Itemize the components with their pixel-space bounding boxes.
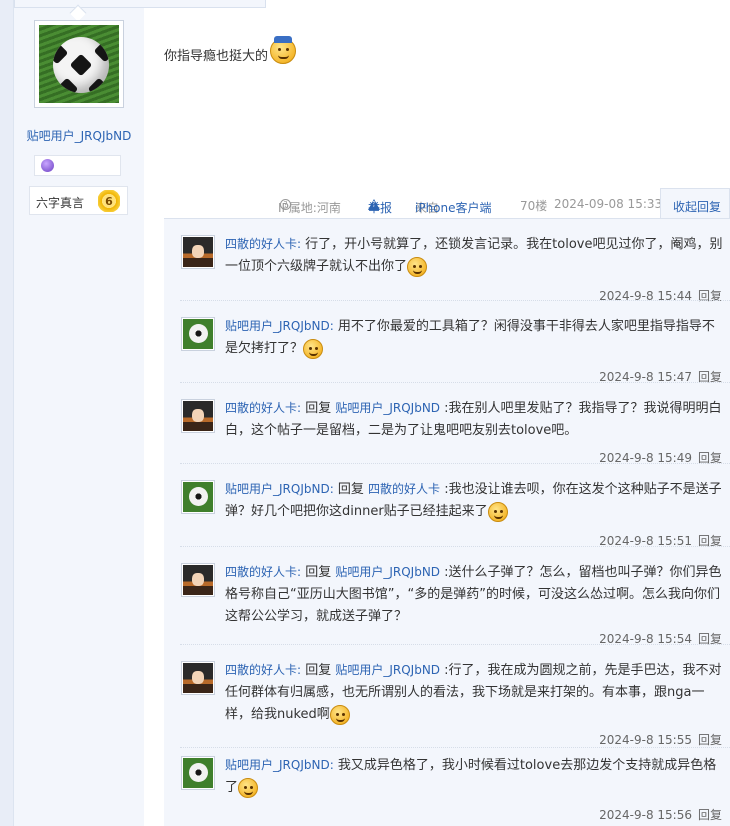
reply-username[interactable]: 贴吧用户_JRQJbND:: [225, 319, 334, 333]
post-meta: IP属地:河南? 举报 来自iPhone客户端 70楼 2024-09-08 1…: [0, 195, 730, 215]
reply-avatar[interactable]: [181, 756, 215, 790]
previous-post-tab: [14, 0, 266, 8]
soccer-ball-image: [39, 25, 119, 103]
reply-avatar[interactable]: [181, 235, 215, 269]
reply-username[interactable]: 四散的好人卡:: [225, 237, 301, 251]
reply-body: 贴吧用户_JRQJbND: 回复 四散的好人卡 :我也没让谁去呗，你在这发个这种…: [225, 478, 723, 523]
reply-avatar[interactable]: [181, 563, 215, 597]
reply-item: 四散的好人卡: 行了，开小号就算了，还锁发言记录。我在tolove吧见过你了，阉…: [164, 219, 730, 303]
reply-username[interactable]: 贴吧用户_JRQJbND:: [225, 482, 334, 496]
reply-item: 四散的好人卡: 回复 贴吧用户_JRQJbND :送什么子弹了？怎么，留档也叫子…: [164, 547, 730, 646]
author-avatar[interactable]: [34, 20, 124, 108]
reply-avatar[interactable]: [181, 661, 215, 695]
sweat-emoji-icon: [270, 36, 297, 64]
reply-footer: 2024-9-8 15:55 回复: [599, 731, 722, 748]
reply-body: 四散的好人卡: 回复 贴吧用户_JRQJbND :行了，我在成为圆规之前，先是手…: [225, 659, 723, 726]
client-link[interactable]: iPhone客户端: [415, 199, 492, 216]
reply-body: 四散的好人卡: 行了，开小号就算了，还锁发言记录。我在tolove吧见过你了，阉…: [225, 233, 723, 278]
floor-number: 70楼: [520, 199, 548, 213]
reply-button[interactable]: 回复: [698, 733, 722, 747]
gem-icon: [41, 159, 54, 172]
reply-footer: 2024-9-8 15:56 回复: [599, 806, 722, 823]
shock-emoji-icon: [238, 777, 259, 798]
collapse-replies-button[interactable]: 收起回复: [660, 188, 730, 219]
reply-avatar[interactable]: [181, 399, 215, 433]
reply-time: 2024-9-8 15:56: [599, 808, 692, 822]
reply-body: 四散的好人卡: 回复 贴吧用户_JRQJbND :我在别人吧里发贴了？我指导了？…: [225, 401, 722, 438]
left-edge-bar: [0, 0, 14, 826]
reply-body: 四散的好人卡: 回复 贴吧用户_JRQJbND :送什么子弹了？怎么，留档也叫子…: [225, 565, 722, 624]
reply-username[interactable]: 贴吧用户_JRQJbND:: [225, 758, 334, 772]
laugh-emoji-icon: [303, 338, 324, 359]
reply-avatar[interactable]: [181, 480, 215, 514]
reply-item: 贴吧用户_JRQJbND: 我又成异色格了，我小时候看过tolove去那边发个支…: [164, 748, 730, 826]
member-badge[interactable]: [34, 155, 121, 176]
reply-item: 四散的好人卡: 回复 贴吧用户_JRQJbND :行了，我在成为圆规之前，先是手…: [164, 645, 730, 748]
reply-to-user[interactable]: 贴吧用户_JRQJbND: [335, 401, 440, 415]
reply-username[interactable]: 四散的好人卡:: [225, 663, 301, 677]
reply-to-user[interactable]: 贴吧用户_JRQJbND: [335, 565, 440, 579]
post-content: 你指导瘾也挺大的: [164, 36, 297, 64]
help-icon[interactable]: ?: [280, 199, 291, 210]
reply-body: 贴吧用户_JRQJbND: 我又成异色格了，我小时候看过tolove去那边发个支…: [225, 754, 723, 799]
reply-item: 贴吧用户_JRQJbND: 回复 四散的好人卡 :我也没让谁去呗，你在这发个这种…: [164, 464, 730, 548]
reply-button[interactable]: 回复: [698, 808, 722, 822]
reply-panel: 四散的好人卡: 行了，开小号就算了，还锁发言记录。我在tolove吧见过你了，阉…: [164, 218, 730, 826]
angry-emoji-icon: [487, 501, 508, 522]
sweat-smile-emoji-icon: [407, 256, 428, 277]
reply-to-user[interactable]: 四散的好人卡: [368, 482, 440, 496]
post-datetime: 2024-09-08 15:33: [554, 197, 663, 211]
post-text: 你指导瘾也挺大的: [164, 49, 269, 64]
reply-time: 2024-9-8 15:55: [599, 733, 692, 747]
reply-to-user[interactable]: 贴吧用户_JRQJbND: [335, 663, 440, 677]
reply-item: 四散的好人卡: 回复 贴吧用户_JRQJbND :我在别人吧里发贴了？我指导了？…: [164, 383, 730, 465]
author-column: [14, 0, 144, 826]
smile-emoji-icon: [329, 704, 350, 725]
author-username[interactable]: 贴吧用户_JRQJbND: [14, 127, 144, 144]
reply-avatar[interactable]: [181, 317, 215, 351]
reply-item: 贴吧用户_JRQJbND: 用不了你最爱的工具箱了？闲得没事干非得去人家吧里指导…: [164, 301, 730, 384]
reply-body: 贴吧用户_JRQJbND: 用不了你最爱的工具箱了？闲得没事干非得去人家吧里指导…: [225, 315, 723, 360]
reply-username[interactable]: 四散的好人卡:: [225, 401, 301, 415]
reply-username[interactable]: 四散的好人卡:: [225, 565, 301, 579]
